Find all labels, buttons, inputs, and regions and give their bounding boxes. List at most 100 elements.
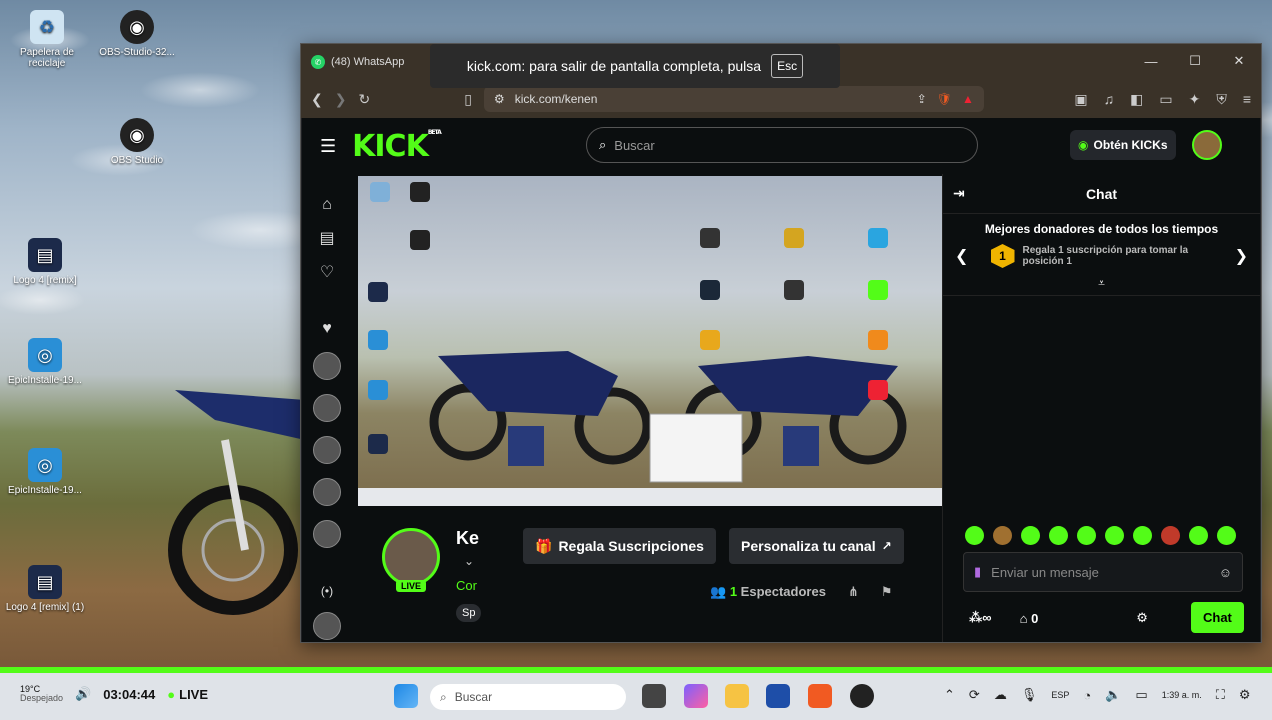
get-kicks-label: Obtén KICKs [1093, 138, 1168, 152]
chat-message-input[interactable]: ▮ Enviar un mensaje ☺ [963, 552, 1243, 592]
category-link[interactable]: Cor [456, 578, 477, 593]
start-icon[interactable] [394, 684, 418, 708]
share-icon[interactable]: ⇪ [917, 92, 927, 106]
streamer-name[interactable]: Ke [456, 528, 479, 549]
desktop-icon-epic-installer-1[interactable]: ◎ EpicInstalle-19... [0, 338, 90, 386]
channel-avatar[interactable] [313, 612, 341, 640]
broadcast-icon[interactable]: (•) [321, 584, 333, 598]
channel-avatar[interactable] [313, 520, 341, 548]
channel-avatar[interactable] [313, 436, 341, 464]
mini-recycle-icon [370, 182, 390, 202]
following-icon[interactable]: ♡ [320, 262, 334, 282]
wifi-icon[interactable]: ◔ [1083, 688, 1091, 703]
kick-logo[interactable]: KICKBETA [352, 129, 442, 164]
menu-icon[interactable]: ≡ [1243, 91, 1251, 108]
customize-channel-button[interactable]: Personaliza tu canal ↗ [729, 528, 904, 564]
customize-label: Personaliza tu canal [741, 538, 876, 554]
brave-shield-icon[interactable]: 🛡 [937, 92, 952, 106]
get-kicks-button[interactable]: ◉ Obtén KICKs [1070, 130, 1176, 160]
emote-icon[interactable] [1161, 526, 1180, 545]
chat-identity-icon[interactable]: ▮ [974, 564, 981, 580]
battery-icon[interactable]: ▭ [1135, 687, 1147, 703]
sidebar-toggle-icon[interactable]: ◧ [1130, 91, 1143, 108]
emoji-icon[interactable]: ☺ [1219, 565, 1232, 580]
maximize-icon[interactable]: ☐ [1173, 44, 1217, 78]
bookmark-icon[interactable]: ▯ [464, 91, 472, 108]
chevron-left-icon[interactable]: ❮ [955, 246, 968, 266]
vpn-icon[interactable]: ⛨ [1216, 91, 1227, 108]
search-input[interactable]: ⌕ Buscar [586, 127, 978, 163]
emote-icon[interactable] [1105, 526, 1124, 545]
taskbar-search-label: Buscar [454, 690, 493, 704]
taskbar-search[interactable]: ⌕ Buscar [430, 684, 626, 710]
channel-avatar[interactable] [313, 352, 341, 380]
desktop-icon-logo-remix[interactable]: ▤ Logo 4 [remix] [0, 238, 90, 286]
tray-app-icon[interactable]: ☁ [994, 687, 1007, 703]
desktop-icon-logo-remix-1[interactable]: ▤ Logo 4 [remix] (1) [0, 565, 90, 613]
emote-icon[interactable] [1189, 526, 1208, 545]
brave-icon[interactable] [808, 684, 832, 708]
task-view-icon[interactable] [642, 684, 666, 708]
browse-icon[interactable]: ▤ [319, 228, 334, 248]
channel-avatar[interactable] [313, 478, 341, 506]
chevron-down-icon[interactable]: ⌄ [464, 554, 474, 568]
streamer-avatar[interactable] [382, 528, 440, 586]
speaker-icon[interactable]: 🔈 [1105, 687, 1121, 703]
volume-icon[interactable]: 🔊 [75, 686, 91, 702]
emote-icon[interactable] [1021, 526, 1040, 545]
clock[interactable]: 1:39 a. m. [1162, 690, 1202, 700]
following-heart-icon[interactable]: ♥ [322, 320, 332, 338]
minimize-icon[interactable]: — [1129, 44, 1173, 78]
emote-icon[interactable] [993, 526, 1012, 545]
file-explorer-icon[interactable] [725, 684, 749, 708]
reload-icon[interactable]: ↻ [358, 91, 370, 108]
language-indicator[interactable]: ESP [1051, 690, 1069, 700]
tab-search-icon[interactable]: ▭ [1159, 91, 1172, 108]
emote-icon[interactable] [965, 526, 984, 545]
chevron-up-icon[interactable]: ⌃ [944, 687, 955, 703]
desktop-icon-obs-studio[interactable]: ◉ OBS Studio [92, 118, 182, 166]
hamburger-icon[interactable]: ☰ [320, 136, 336, 157]
chat-header: ⇥ Chat [943, 174, 1260, 214]
brave-rewards-icon[interactable]: ▲ [962, 92, 974, 106]
gift-subs-button[interactable]: 🎁 Regala Suscripciones [523, 528, 716, 564]
media-icon[interactable]: ♫ [1104, 91, 1115, 108]
fullscreen-icon[interactable]: ⛶ [1216, 687, 1225, 703]
send-chat-button[interactable]: Chat [1191, 602, 1244, 633]
home-icon[interactable]: ⌂ [322, 196, 332, 214]
desktop-icon-recycle-bin[interactable]: ♻ Papelera de reciclaje [2, 10, 92, 69]
obs-icon[interactable] [850, 684, 874, 708]
wallet-icon[interactable]: ▣ [1074, 91, 1087, 108]
emote-icon[interactable] [1077, 526, 1096, 545]
store-icon[interactable] [766, 684, 790, 708]
collapse-chat-icon[interactable]: ⇥ [953, 185, 965, 202]
emote-icon[interactable] [1133, 526, 1152, 545]
chat-settings-icon[interactable]: ⚙ [1136, 610, 1148, 626]
live-badge: LIVE [396, 580, 427, 592]
forward-icon[interactable]: ❯ [335, 91, 347, 108]
extensions-icon[interactable]: ✦ [1189, 91, 1201, 108]
desktop-icon-obs-installer[interactable]: ◉ OBS-Studio-32... [92, 10, 182, 58]
tray-app-icon[interactable]: ⟳ [969, 687, 980, 703]
channel-avatar[interactable] [313, 394, 341, 422]
mic-icon[interactable]: 🎙 [1021, 687, 1038, 703]
stream-player[interactable] [358, 176, 942, 506]
copilot-icon[interactable] [684, 684, 708, 708]
share-icon[interactable]: ⋔ [848, 584, 859, 600]
tag-pill[interactable]: Sp [456, 604, 482, 622]
chevron-right-icon[interactable]: ❯ [1235, 246, 1248, 266]
report-icon[interactable]: ⚑ [881, 584, 893, 600]
emote-icon[interactable] [1217, 526, 1236, 545]
emote-icon[interactable] [1049, 526, 1068, 545]
settings-icon[interactable]: ⚙ [1239, 687, 1251, 703]
store-icon[interactable]: ⌂ [1020, 611, 1028, 626]
close-icon[interactable]: ✕ [1217, 44, 1261, 78]
address-bar[interactable]: ⚙ kick.com/kenen ⇪ 🛡 ▲ [483, 86, 984, 112]
expand-pinned-icon[interactable]: ⩡ [943, 276, 1260, 296]
kicks-infinity-icon[interactable]: ⁂∞ [969, 610, 992, 626]
desktop-icon-epic-installer-2[interactable]: ◎ EpicInstalle-19... [0, 448, 90, 496]
tab-whatsapp[interactable]: (48) WhatsApp [331, 56, 404, 68]
site-settings-icon[interactable]: ⚙ [494, 92, 505, 106]
back-icon[interactable]: ❮ [311, 91, 323, 108]
user-avatar[interactable] [1192, 130, 1222, 160]
